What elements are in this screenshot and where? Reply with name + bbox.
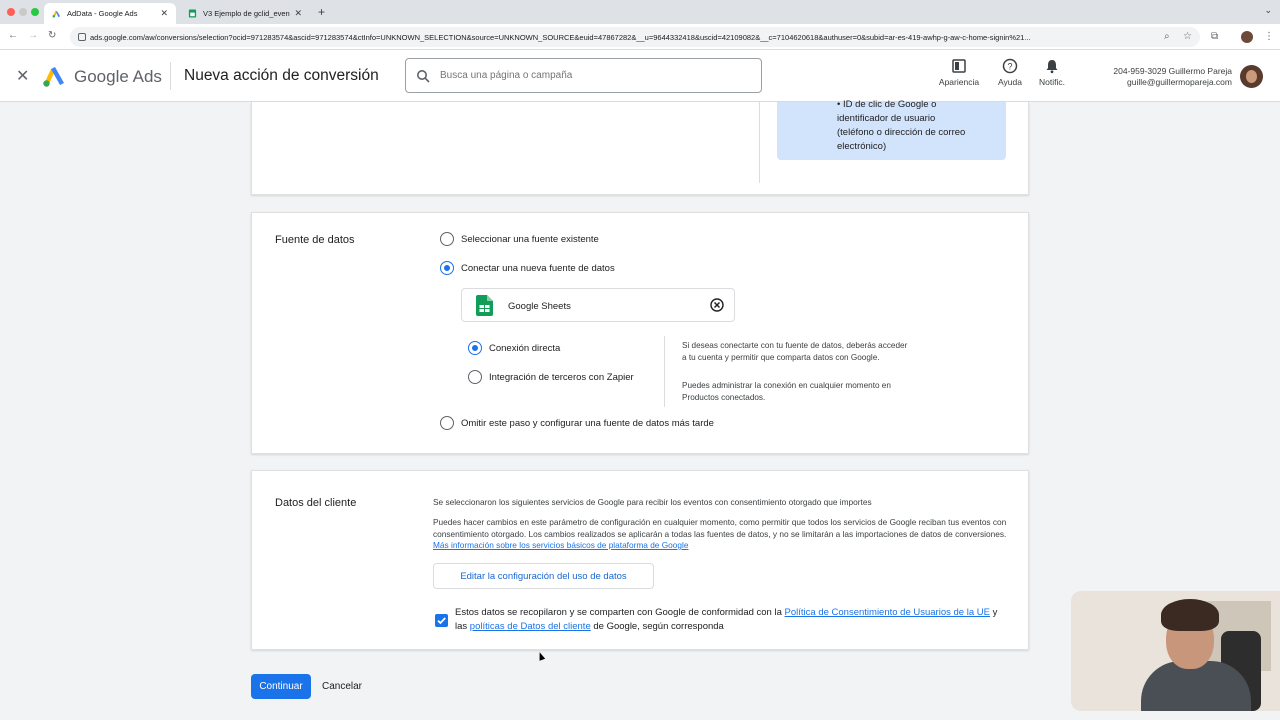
cancel-button[interactable]: Cancelar <box>316 674 368 699</box>
page-title: Nueva acción de conversión <box>184 67 379 84</box>
minimize-window-dot[interactable] <box>19 8 27 16</box>
customer-data-desc: Se seleccionaron los siguientes servicio… <box>433 497 872 507</box>
radio-zapier-label: Integración de terceros con Zapier <box>489 372 634 383</box>
clear-source-icon[interactable] <box>710 298 724 312</box>
customer-data-desc-text: Puedes hacer cambios en este parámetro d… <box>433 517 1007 539</box>
search-input[interactable] <box>440 70 740 81</box>
radio-existing-source[interactable] <box>440 232 454 246</box>
notifications-label: Notific. <box>1039 77 1065 87</box>
account-id-name: 204-959-3029 Guillermo Pareja <box>1113 66 1232 76</box>
checkmark-icon <box>437 617 446 625</box>
tab-search-chevron-icon[interactable]: ⌄ <box>1264 5 1272 16</box>
identifier-info-box: • ID de clic de Google o identificador d… <box>777 99 1006 160</box>
tab-sheets[interactable]: V3 Ejemplo de gclid_events - ✕ <box>180 3 310 24</box>
appearance-icon <box>952 59 966 73</box>
avatar[interactable] <box>1240 65 1263 88</box>
search-icon <box>417 69 430 83</box>
browser-profile-avatar[interactable] <box>1241 31 1253 43</box>
connection-manage-note: Puedes administrar la conexión en cualqu… <box>682 381 891 402</box>
bookmark-star-icon[interactable]: ☆ <box>1183 31 1192 42</box>
tab-google-ads[interactable]: AdData - Google Ads ✕ <box>44 3 176 24</box>
appearance-button[interactable]: Apariencia <box>934 58 984 87</box>
radio-new-source-label: Conectar una nueva fuente de datos <box>461 263 615 274</box>
help-label: Ayuda <box>998 77 1022 87</box>
customer-data-heading: Datos del cliente <box>275 497 357 509</box>
eu-consent-policy-link[interactable]: Política de Consentimiento de Usuarios d… <box>785 607 990 618</box>
back-icon[interactable]: ← <box>8 30 18 41</box>
source-name: Google Sheets <box>508 301 571 312</box>
search-box[interactable] <box>405 58 762 93</box>
reload-icon[interactable]: ↻ <box>48 30 56 41</box>
selected-source-chip: Google Sheets <box>461 288 735 322</box>
consent-text-part: Estos datos se recopilaron y se comparte… <box>455 607 782 618</box>
consent-text: Estos datos se recopilaron y se comparte… <box>455 606 1005 634</box>
webcam-overlay <box>1071 591 1280 711</box>
radio-existing-source-label: Seleccionar una fuente existente <box>461 234 599 245</box>
continue-button[interactable]: Continuar <box>251 674 311 699</box>
ads-header: ✕ Google Ads Nueva acción de conversión … <box>0 50 1280 102</box>
account-info[interactable]: 204-959-3029 Guillermo Pareja guille@gui… <box>1113 66 1232 88</box>
data-source-heading: Fuente de datos <box>275 234 355 246</box>
close-tab-icon[interactable]: ✕ <box>294 8 302 19</box>
sheets-favicon-icon <box>188 9 197 18</box>
site-info-icon[interactable] <box>78 33 86 41</box>
mouse-cursor-icon <box>536 651 546 661</box>
radio-direct-connection-label: Conexión directa <box>489 343 561 354</box>
radio-skip-source-label: Omitir este paso y configurar una fuente… <box>461 418 714 429</box>
customer-data-desc-detail: Puedes hacer cambios en este parámetro d… <box>433 517 1013 552</box>
forward-icon[interactable]: → <box>28 30 38 41</box>
close-tab-icon[interactable]: ✕ <box>160 8 168 19</box>
notifications-button[interactable]: Notific. <box>1027 58 1077 87</box>
connection-divider <box>664 336 665 407</box>
zoom-icon[interactable]: ⌕ <box>1164 31 1170 42</box>
connection-note: Si deseas conectarte con tu fuente de da… <box>682 341 908 362</box>
browser-tab-bar: AdData - Google Ads ✕ V3 Ejemplo de gcli… <box>0 0 1280 24</box>
radio-direct-connection[interactable] <box>468 341 482 355</box>
address-bar[interactable]: ads.google.com/aw/conversions/selection?… <box>70 27 1200 47</box>
info-line: electrónico) <box>837 141 887 152</box>
radio-new-source[interactable] <box>440 261 454 275</box>
consent-text-part: de Google, según corresponda <box>593 621 724 632</box>
google-sheets-icon <box>476 295 493 316</box>
brand-name: Google Ads <box>74 67 162 86</box>
url-text: ads.google.com/aw/conversions/selection?… <box>90 32 1031 42</box>
info-line: (teléfono o dirección de correo <box>837 127 966 138</box>
browser-menu-icon[interactable]: ⋮ <box>1264 31 1274 42</box>
account-email: guille@guillermopareja.com <box>1126 77 1232 87</box>
customer-data-card: Datos del cliente Se seleccionaron los s… <box>251 470 1029 650</box>
close-icon[interactable]: ✕ <box>16 66 29 86</box>
close-window-dot[interactable] <box>7 8 15 16</box>
data-source-card: Fuente de datos Seleccionar una fuente e… <box>251 212 1029 454</box>
help-icon: ? <box>1002 58 1018 74</box>
google-ads-favicon-icon <box>52 10 61 18</box>
new-tab-icon[interactable]: + <box>318 5 325 19</box>
card-divider <box>759 102 760 183</box>
consent-checkbox[interactable] <box>435 614 448 627</box>
bell-icon <box>1046 60 1058 74</box>
identifier-card: • ID de clic de Google o identificador d… <box>251 99 1029 195</box>
radio-skip-source[interactable] <box>440 416 454 430</box>
google-ads-logo-icon <box>43 67 64 87</box>
info-line: • ID de clic de Google o <box>837 99 937 110</box>
browser-toolbar: ← → ↻ ads.google.com/aw/conversions/sele… <box>0 24 1280 50</box>
info-line: identificador de usuario <box>837 113 936 124</box>
edit-data-usage-button[interactable]: Editar la configuración del uso de datos <box>433 563 654 589</box>
extensions-icon[interactable]: ⧉ <box>1211 31 1218 42</box>
tab-title: V3 Ejemplo de gclid_events - <box>203 9 291 18</box>
customer-data-policies-link[interactable]: políticas de Datos del cliente <box>470 621 591 632</box>
maximize-window-dot[interactable] <box>31 8 39 16</box>
appearance-label: Apariencia <box>938 77 980 87</box>
learn-more-link[interactable]: Más información sobre los servicios bási… <box>433 540 688 550</box>
radio-zapier[interactable] <box>468 370 482 384</box>
tab-title: AdData - Google Ads <box>67 9 138 18</box>
svg-text:?: ? <box>1007 62 1012 72</box>
header-divider <box>170 62 171 90</box>
